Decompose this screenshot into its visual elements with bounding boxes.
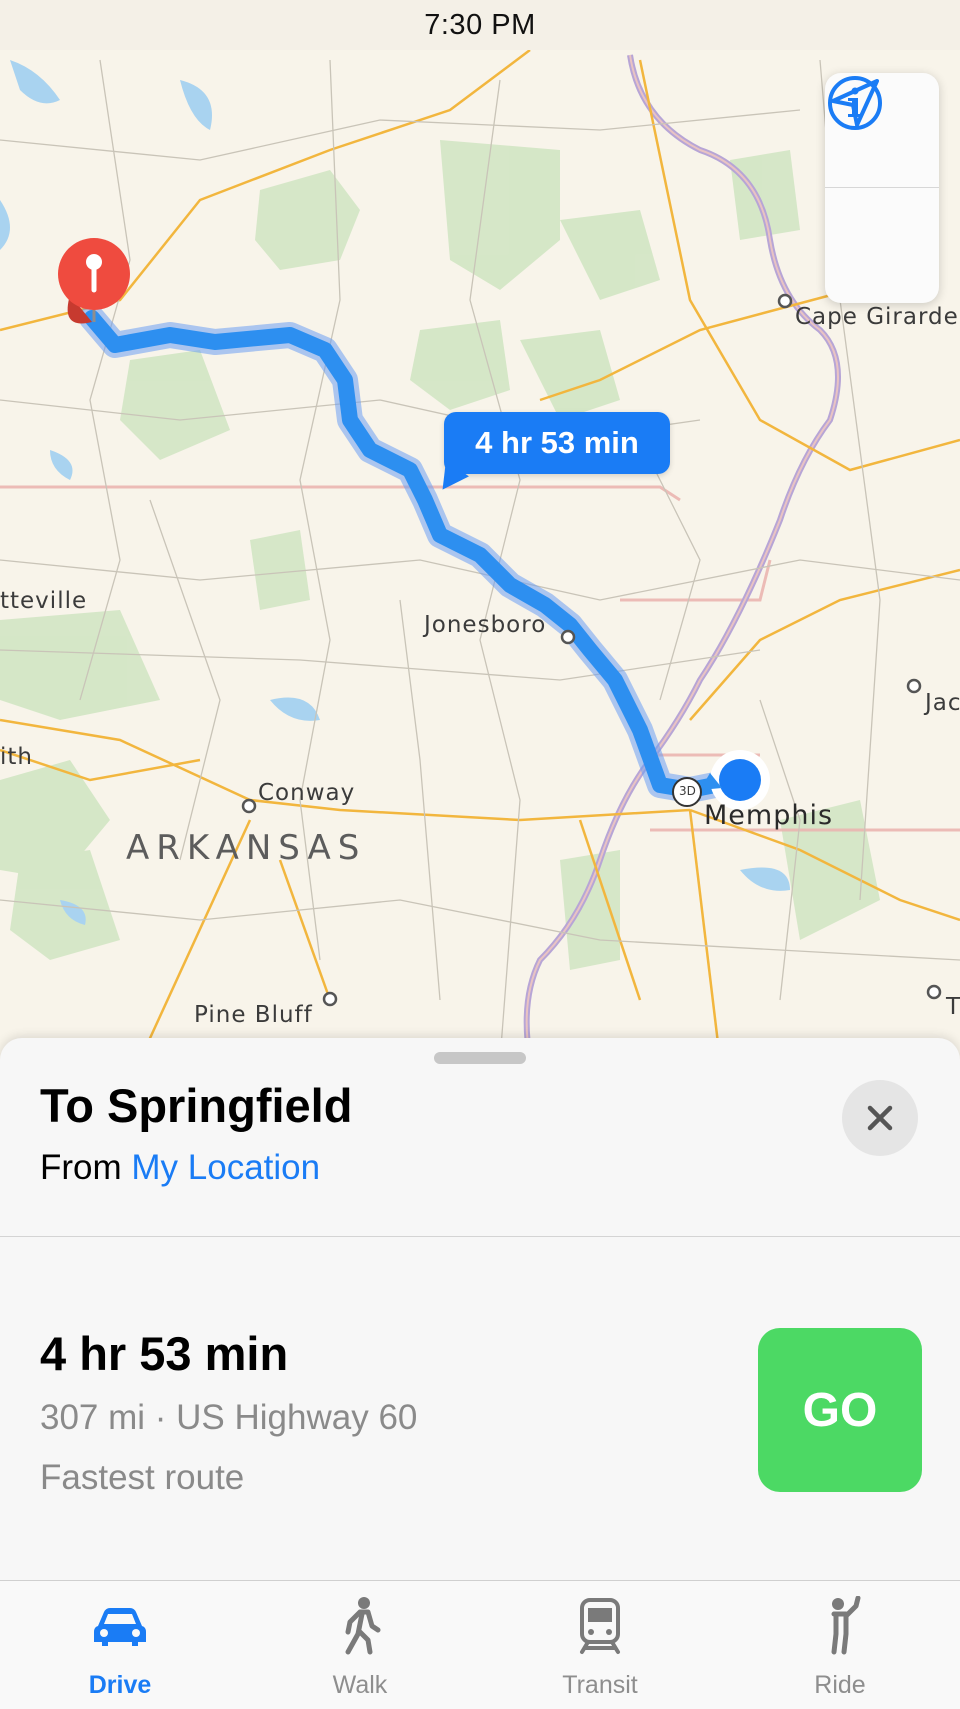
tab-drive[interactable]: Drive [0,1581,240,1709]
car-icon [94,1608,146,1646]
route-duration: 4 hr 53 min [40,1327,289,1380]
from-location-link[interactable]: My Location [131,1148,320,1187]
locate-me-button[interactable] [825,79,939,302]
tab-ride-label: Ride [814,1671,866,1699]
route-detail: 307 mi · US Highway 60 [40,1397,418,1437]
tab-drive-label: Drive [88,1671,152,1699]
city-label-jonesboro: Jonesboro [424,612,547,638]
tab-transit[interactable]: Transit [480,1581,720,1709]
transport-tab-bar: Drive Walk Transit Ride [0,1580,960,1709]
city-label-cape-girardeau: Cape Girarde [795,304,959,330]
state-label-arkansas: ARKANSAS [126,828,367,868]
route-eta-bubble[interactable]: 4 hr 53 min [444,412,670,474]
city-label-fayetteville: tteville [0,588,88,614]
location-arrow-icon [831,79,879,127]
walk-icon [345,1597,381,1655]
tab-ride[interactable]: Ride [720,1581,960,1709]
sheet-divider [0,1236,960,1237]
city-label-conway: Conway [258,780,356,806]
tab-transit-label: Transit [562,1671,638,1699]
tab-walk[interactable]: Walk [240,1581,480,1709]
interstate-shield-label: 3D [679,784,696,798]
city-label-tupelo: T [946,994,960,1020]
map-controls [825,73,939,303]
status-time: 7:30 PM [424,8,536,41]
close-icon [867,1105,893,1131]
destination-title: To Springfield [40,1079,353,1132]
map-view[interactable]: Cape Girarde tteville Jonesboro Jac ith … [0,0,960,1060]
city-label-pine-bluff: Pine Bluff [194,1002,313,1028]
sheet-grabber[interactable] [434,1052,526,1064]
eta-bubble-text: 4 hr 53 min [475,425,639,460]
close-button[interactable] [842,1080,918,1156]
sheet-header: To Springfield From My Location [40,1080,352,1188]
map-canvas[interactable] [0,0,960,1060]
from-prefix: From [40,1147,122,1187]
train-icon [580,1598,620,1654]
route-note: Fastest route [40,1457,245,1497]
status-bar: 7:30 PM [0,0,960,50]
city-label-fort-smith: ith [0,744,33,770]
ride-icon [831,1596,861,1655]
tab-walk-label: Walk [332,1671,388,1699]
go-button[interactable]: GO [758,1328,922,1492]
city-label-memphis: Memphis [704,800,834,831]
city-label-jackson: Jac [925,690,960,716]
from-line: From My Location [40,1148,352,1188]
route-option[interactable]: 4 hr 53 min 307 mi · US Highway 60 Faste… [40,1328,417,1498]
